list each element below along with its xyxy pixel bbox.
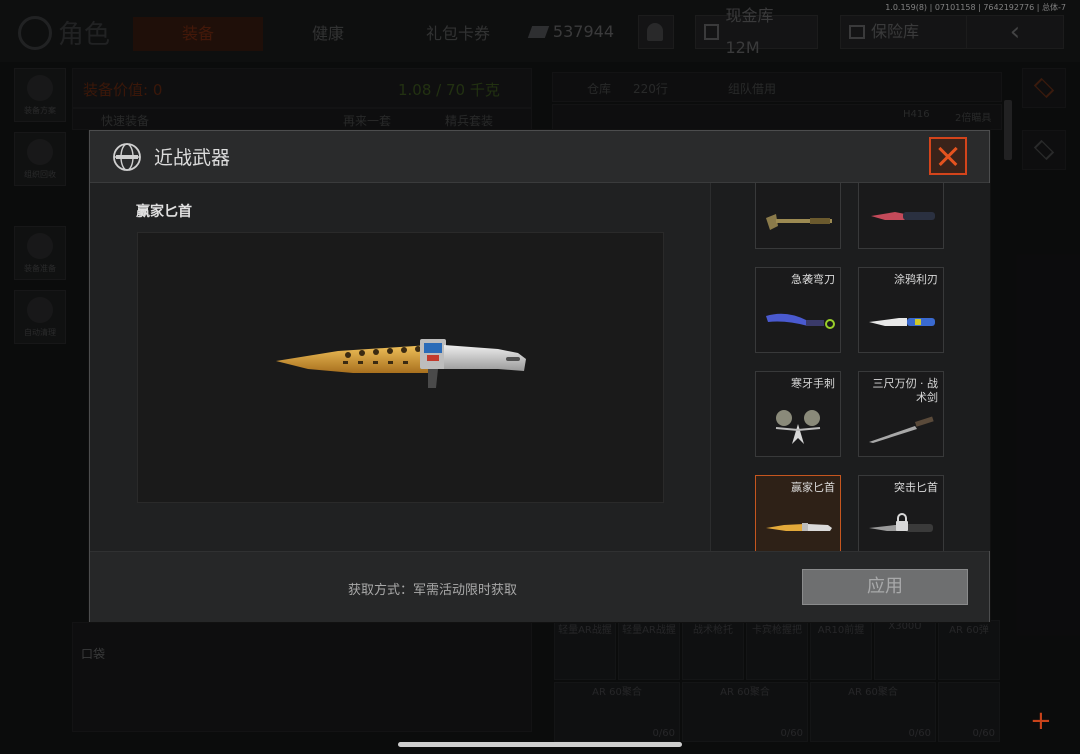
weapon-card[interactable]: 急袭弯刀: [755, 267, 841, 353]
globe-icon: [113, 143, 141, 171]
weapon-card[interactable]: [755, 183, 841, 249]
red-knife-icon: [871, 212, 935, 220]
weapon-card[interactable]: 涂鸦利刃: [858, 267, 944, 353]
claws-icon: [775, 410, 821, 444]
weapon-card[interactable]: [858, 183, 944, 249]
acquire-method-text: 获取方式：军需活动限时获取: [348, 583, 518, 598]
lock-icon: [896, 513, 908, 531]
dialog-title: 近战武器: [154, 147, 231, 169]
weapon-list[interactable]: 急袭弯刀 涂鸦利刃 寒牙手刺 三尺万仞 · 战术剑 赢家匕首 突击匕首: [710, 183, 990, 551]
weapon-preview: [137, 232, 664, 503]
weapon-card[interactable]: 寒牙手刺: [755, 371, 841, 457]
shovel-icon: [766, 214, 832, 230]
dialog-header: 近战武器: [90, 131, 989, 183]
weapon-card-locked[interactable]: 突击匕首: [858, 475, 944, 551]
selected-weapon-name: 赢家匕首: [136, 204, 192, 220]
close-button[interactable]: [929, 137, 967, 175]
gold-knife-icon: [766, 523, 832, 531]
apply-button[interactable]: 应用: [802, 569, 968, 605]
sword-icon: [869, 416, 934, 443]
add-icon[interactable]: +: [1030, 708, 1052, 734]
weapon-card-selected[interactable]: 赢家匕首: [755, 475, 841, 551]
graffiti-knife-icon: [869, 318, 935, 326]
melee-weapon-dialog: 近战武器 赢家匕首 急袭弯刀 涂鸦利刃 寒牙手刺 三尺万仞 · 战术剑 赢家匕首…: [89, 130, 990, 622]
karambit-icon: [766, 313, 835, 329]
home-indicator[interactable]: [398, 742, 682, 747]
gold-knife-image: [276, 339, 526, 388]
dialog-footer: 获取方式：军需活动限时获取 应用: [90, 551, 989, 622]
weapon-card[interactable]: 三尺万仞 · 战术剑: [858, 371, 944, 457]
